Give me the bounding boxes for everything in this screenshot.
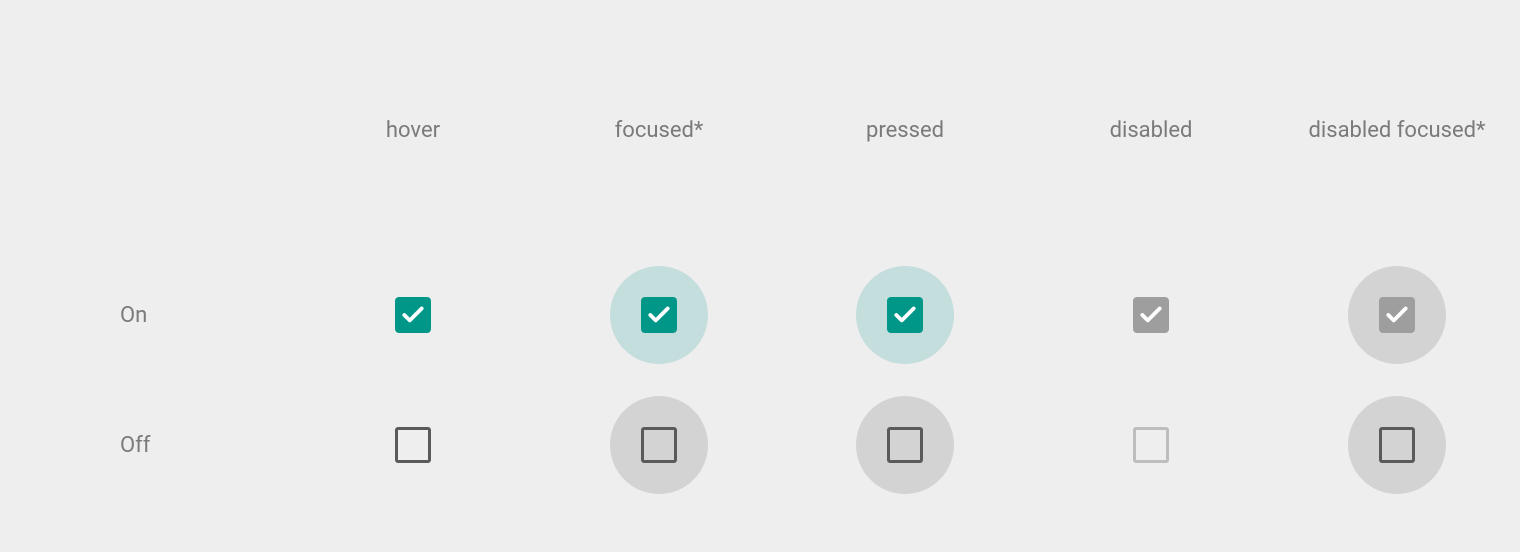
row-label-off: Off bbox=[90, 433, 290, 458]
cell-off-disabled bbox=[1028, 380, 1274, 510]
header-disabled: disabled bbox=[1028, 118, 1274, 143]
checkmark-icon bbox=[892, 302, 918, 328]
cell-off-pressed bbox=[782, 380, 1028, 510]
checkbox-off-pressed[interactable] bbox=[887, 427, 923, 463]
cell-off-disabled-focused bbox=[1274, 380, 1520, 510]
row-label-on: On bbox=[90, 303, 290, 328]
checkbox-on-disabled-focused bbox=[1379, 297, 1415, 333]
cell-on-hover bbox=[290, 250, 536, 380]
cell-off-focused bbox=[536, 380, 782, 510]
focus-halo bbox=[1348, 266, 1446, 364]
header-disabled-focused: disabled focused* bbox=[1274, 118, 1520, 143]
cell-on-disabled bbox=[1028, 250, 1274, 380]
checkbox-on-pressed[interactable] bbox=[887, 297, 923, 333]
checkmark-icon bbox=[646, 302, 672, 328]
cell-on-disabled-focused bbox=[1274, 250, 1520, 380]
checkbox-off-disabled bbox=[1133, 427, 1169, 463]
checkbox-on-disabled bbox=[1133, 297, 1169, 333]
header-pressed: pressed bbox=[782, 118, 1028, 143]
focus-halo bbox=[1348, 396, 1446, 494]
focus-halo bbox=[610, 396, 708, 494]
press-halo bbox=[856, 396, 954, 494]
press-halo bbox=[856, 266, 954, 364]
checkbox-off-disabled-focused bbox=[1379, 427, 1415, 463]
checkmark-icon bbox=[1138, 302, 1164, 328]
checkmark-icon bbox=[400, 302, 426, 328]
cell-on-focused bbox=[536, 250, 782, 380]
checkbox-on-hover[interactable] bbox=[395, 297, 431, 333]
cell-on-pressed bbox=[782, 250, 1028, 380]
header-focused: focused* bbox=[536, 118, 782, 143]
checkmark-icon bbox=[1384, 302, 1410, 328]
cell-off-hover bbox=[290, 380, 536, 510]
header-hover: hover bbox=[290, 118, 536, 143]
row-off: Off bbox=[90, 380, 1520, 510]
row-on: On bbox=[90, 250, 1520, 380]
checkbox-on-focused[interactable] bbox=[641, 297, 677, 333]
checkbox-off-focused[interactable] bbox=[641, 427, 677, 463]
states-header-row: hover focused* pressed disabled disabled… bbox=[90, 110, 1520, 150]
focus-halo bbox=[610, 266, 708, 364]
checkbox-off-hover[interactable] bbox=[395, 427, 431, 463]
